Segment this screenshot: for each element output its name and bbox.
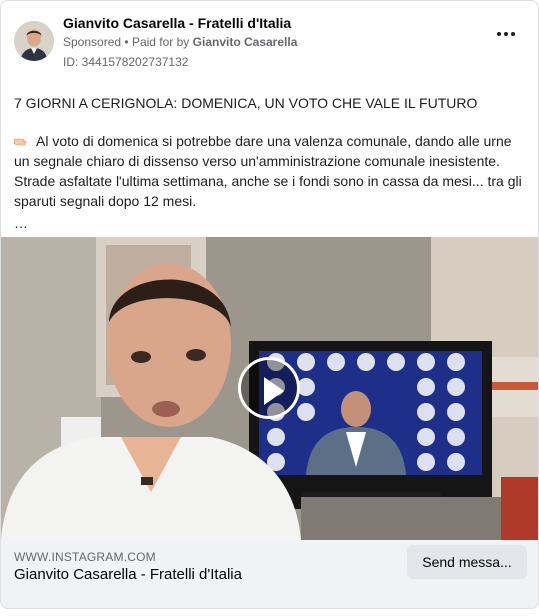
post-body: Al voto di domenica si potrebbe dare una… — [14, 133, 522, 209]
paid-for-name: Gianvito Casarella — [192, 35, 298, 49]
post-body-text: Al voto di domenica si potrebbe dare una… — [14, 133, 522, 209]
post-text: 7 GIORNI A CERIGNOLA: DOMENICA, UN VOTO … — [14, 93, 529, 233]
meta-separator: • — [124, 35, 129, 49]
post-header: Gianvito Casarella - Fratelli d'Italia S… — [1, 1, 538, 81]
page-name[interactable]: Gianvito Casarella - Fratelli d'Italia — [63, 15, 291, 31]
post-headline: 7 GIORNI A CERIGNOLA: DOMENICA, UN VOTO … — [14, 95, 478, 111]
play-icon[interactable] — [238, 357, 300, 419]
ad-id: ID: 344157820273713​2 — [63, 55, 189, 69]
sponsored-label: Sponsored — [63, 35, 122, 49]
more-horizontal-icon[interactable] — [496, 29, 516, 39]
ad-post-card: Gianvito Casarella - Fratelli d'Italia S… — [0, 0, 539, 609]
pointing-hand-emoji-icon — [14, 138, 27, 146]
see-more[interactable]: … — [14, 213, 529, 233]
paid-for-prefix: Paid for by — [131, 35, 190, 49]
sponsored-meta: Sponsored • Paid for by Gianvito Casarel… — [63, 35, 297, 49]
link-title[interactable]: Gianvito Casarella - Fratelli d'Italia — [14, 566, 242, 583]
send-message-button[interactable]: Send messa... — [407, 545, 527, 579]
avatar[interactable] — [14, 21, 54, 61]
avatar-image — [14, 21, 54, 61]
link-domain: WWW.INSTAGRAM.COM — [14, 550, 156, 564]
